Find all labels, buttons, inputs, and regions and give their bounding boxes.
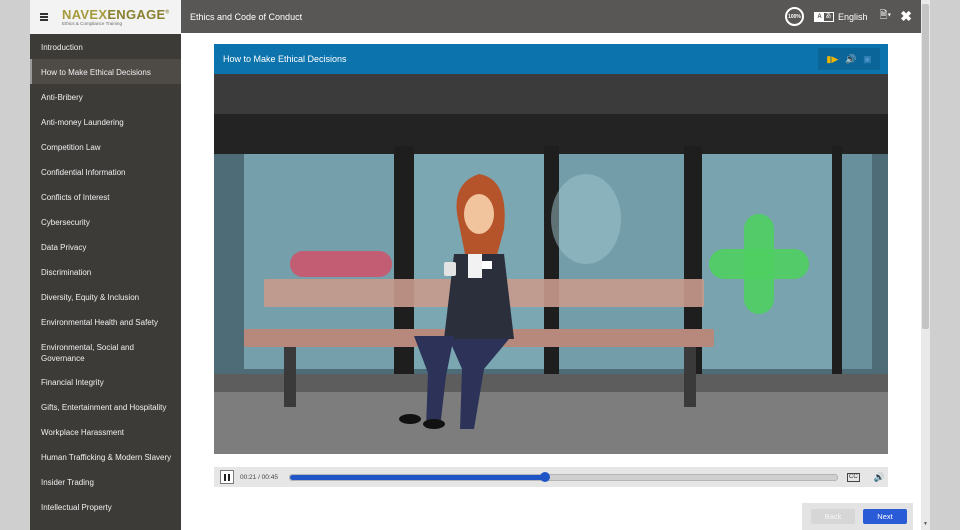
brand-tagline: Ethics & Compliance Training	[62, 20, 123, 26]
sidebar-item[interactable]: Anti-Bribery	[30, 84, 181, 109]
time-display: 00:21 / 00:45	[240, 473, 278, 481]
progress-handle[interactable]	[540, 471, 551, 482]
sidebar-item[interactable]: Cybersecurity	[30, 209, 181, 234]
sidebar-item[interactable]: Environmental, Social and Governance	[30, 334, 181, 369]
video-camera-icon[interactable]: ▮▶	[826, 54, 838, 65]
page-scrollbar[interactable]: ▼	[921, 0, 930, 530]
sidebar-item[interactable]: Confidential Information	[30, 159, 181, 184]
bus-stop-scene-illustration	[214, 74, 888, 454]
module-list: Introduction How to Make Ethical Decision…	[30, 34, 181, 519]
video-frame[interactable]	[214, 74, 888, 454]
sidebar-item[interactable]: Competition Law	[30, 134, 181, 159]
document-menu-icon[interactable]: 🗎▾	[880, 8, 892, 25]
sidebar-item[interactable]: Financial Integrity	[30, 369, 181, 394]
course-sidebar: NAVEXENGAGE® Ethics & Compliance Trainin…	[30, 0, 181, 530]
sidebar-item[interactable]: Anti-money Laundering	[30, 109, 181, 134]
brand-bar: NAVEXENGAGE® Ethics & Compliance Trainin…	[30, 0, 181, 34]
sidebar-item[interactable]: Workplace Harassment	[30, 419, 181, 444]
sidebar-item[interactable]: Gifts, Entertainment and Hospitality	[30, 394, 181, 419]
player-header: How to Make Ethical Decisions ▮▶ 🔊 ▣	[214, 44, 888, 74]
sidebar-item[interactable]: Data Privacy	[30, 234, 181, 259]
window-gutter	[930, 0, 960, 530]
sidebar-item[interactable]: Conflicts of Interest	[30, 184, 181, 209]
course-title: Ethics and Code of Conduct	[190, 11, 303, 22]
scrollbar-thumb[interactable]	[922, 4, 929, 329]
playback-controls: 00:21 / 00:45 CC 🔊	[214, 467, 888, 487]
sidebar-item[interactable]: Diversity, Equity & Inclusion	[30, 284, 181, 309]
pause-button[interactable]	[220, 470, 234, 484]
hamburger-menu-icon[interactable]	[40, 13, 48, 21]
image-icon[interactable]: ▣	[863, 54, 872, 65]
sidebar-item[interactable]: Environmental Health and Safety	[30, 309, 181, 334]
sidebar-item[interactable]: Human Trafficking & Modern Slavery	[30, 444, 181, 469]
language-selector[interactable]: English	[838, 12, 868, 22]
language-icon[interactable]: Aあ	[813, 11, 834, 22]
back-button[interactable]: Back	[811, 509, 855, 524]
navex-engage-logo: NAVEXENGAGE® Ethics & Compliance Trainin…	[62, 6, 170, 26]
top-bar: Ethics and Code of Conduct 100% Aあ Engli…	[181, 0, 921, 33]
sidebar-item[interactable]: Discrimination	[30, 259, 181, 284]
video-player: How to Make Ethical Decisions ▮▶ 🔊 ▣	[214, 44, 888, 454]
volume-icon[interactable]: 🔊	[874, 472, 885, 483]
navigation-buttons: Back Next	[802, 503, 913, 530]
media-mode-icons: ▮▶ 🔊 ▣	[818, 48, 880, 70]
sidebar-item[interactable]: Intellectual Property	[30, 494, 181, 519]
audio-icon[interactable]: 🔊	[845, 54, 856, 65]
close-icon[interactable]: ✖	[900, 8, 912, 25]
sidebar-item[interactable]: How to Make Ethical Decisions	[30, 59, 181, 84]
closed-captions-icon[interactable]: CC	[847, 472, 860, 482]
progress-fill	[290, 474, 546, 480]
next-button[interactable]: Next	[863, 509, 907, 524]
lesson-content: How to Make Ethical Decisions ▮▶ 🔊 ▣ 00:…	[181, 33, 921, 530]
zoom-level-button[interactable]: 100%	[784, 7, 804, 26]
sidebar-item[interactable]: Insider Trading	[30, 469, 181, 494]
lesson-title: How to Make Ethical Decisions	[223, 54, 347, 64]
scroll-down-arrow-icon[interactable]: ▼	[923, 521, 928, 527]
progress-bar[interactable]	[289, 471, 838, 482]
app-root: NAVEXENGAGE® Ethics & Compliance Trainin…	[0, 0, 960, 530]
sidebar-item[interactable]: Introduction	[30, 34, 181, 59]
